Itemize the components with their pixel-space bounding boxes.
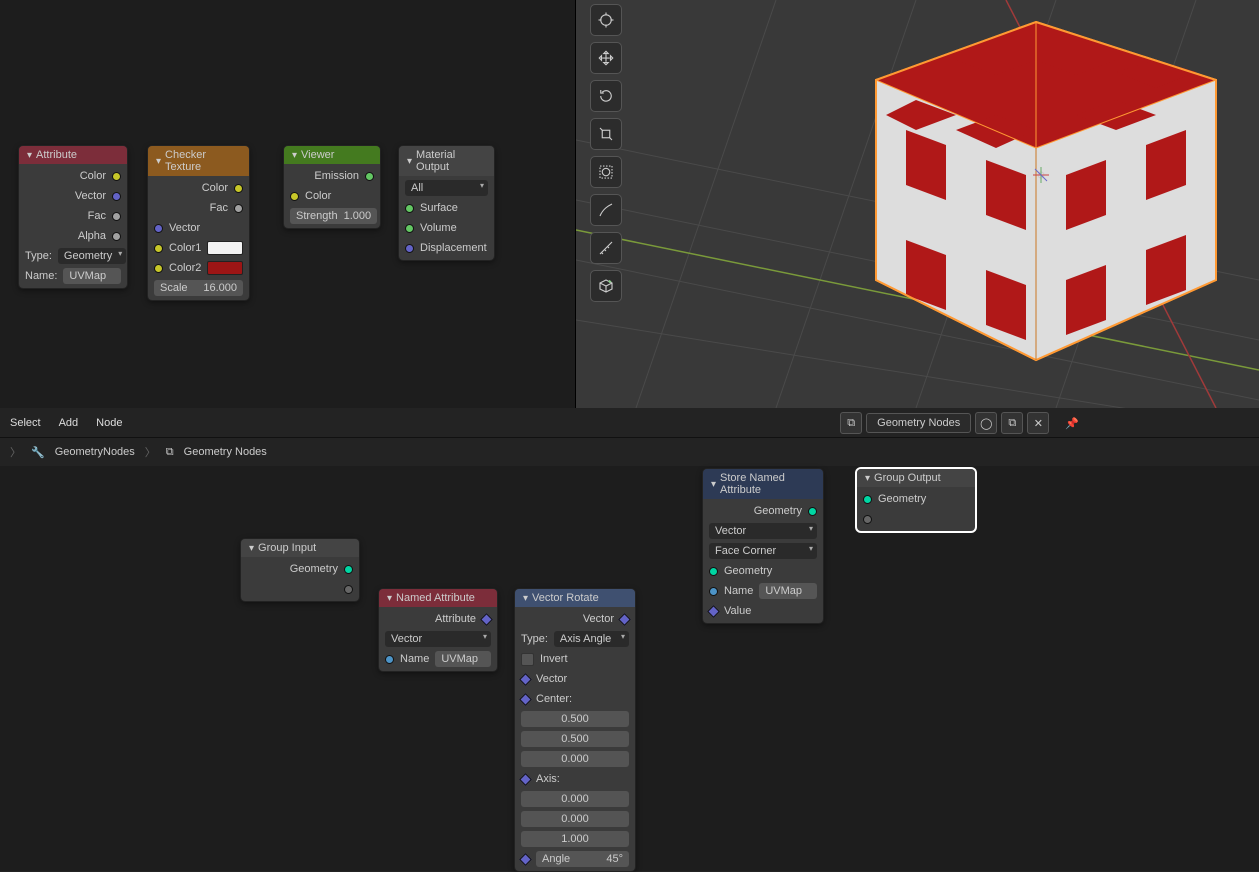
geometry-node-editor[interactable]: ▾Group Input Geometry ▾Named Attribute A… [0, 466, 1259, 871]
node-header[interactable]: ▾Viewer [284, 146, 380, 164]
node-checker-texture[interactable]: ▾Checker Texture Color Fac Vector Color1… [147, 145, 250, 301]
attribute-type-dropdown[interactable]: Geometry [58, 248, 126, 264]
node-title: Group Output [874, 472, 941, 484]
name-field[interactable]: UVMap [435, 651, 491, 667]
tool-move[interactable] [590, 42, 622, 74]
menu-select[interactable]: Select [10, 417, 41, 429]
node-attribute[interactable]: ▾Attribute Color Vector Fac Alpha Type:G… [18, 145, 128, 289]
node-group-input[interactable]: ▾Group Input Geometry [240, 538, 360, 602]
node-title: Vector Rotate [532, 592, 599, 604]
tool-scale[interactable] [590, 118, 622, 150]
center-x[interactable]: 0.500 [521, 711, 629, 727]
menu-node[interactable]: Node [96, 417, 122, 429]
node-group-output[interactable]: ▾Group Output Geometry [856, 468, 976, 532]
shield-icon[interactable]: ◯ [975, 412, 997, 434]
color1-swatch[interactable] [207, 241, 243, 255]
wrench-icon: 🔧 [31, 446, 45, 459]
viewport-grid [576, 0, 1259, 408]
node-header[interactable]: ▾Named Attribute [379, 589, 497, 607]
axis-z[interactable]: 1.000 [521, 831, 629, 847]
node-title: Group Input [258, 542, 316, 554]
tool-measure[interactable] [590, 232, 622, 264]
tool-add-cube[interactable] [590, 270, 622, 302]
node-tree-name[interactable]: Geometry Nodes [866, 413, 971, 433]
node-title: Store Named Attribute [720, 472, 815, 496]
center-z[interactable]: 0.000 [521, 751, 629, 767]
tool-cursor[interactable] [590, 4, 622, 36]
node-header[interactable]: ▾Store Named Attribute [703, 469, 823, 499]
node-header[interactable]: ▾Checker Texture [148, 146, 249, 176]
node-title: Viewer [301, 149, 334, 161]
breadcrumb-item[interactable]: Geometry Nodes [184, 446, 267, 458]
store-type-dropdown[interactable]: Vector [709, 523, 817, 539]
node-title: Checker Texture [165, 149, 241, 173]
tool-transform[interactable] [590, 156, 622, 188]
store-name-field[interactable]: UVMap [759, 583, 817, 599]
node-header[interactable]: ▾Material Output [399, 146, 494, 176]
angle-field[interactable]: Angle45° [536, 851, 629, 867]
chevron-right-icon: 〉 [145, 444, 156, 460]
rotate-type-dropdown[interactable]: Axis Angle [554, 631, 629, 647]
target-dropdown[interactable]: All [405, 180, 488, 196]
duplicate-icon[interactable]: ⧉ [1001, 412, 1023, 434]
viewport-3d[interactable] [576, 0, 1259, 408]
node-viewer[interactable]: ▾Viewer Emission Color Strength1.000 [283, 145, 381, 229]
node-title: Attribute [36, 149, 77, 161]
menu-add[interactable]: Add [59, 417, 79, 429]
scale-field[interactable]: Scale16.000 [154, 280, 243, 296]
node-material-output[interactable]: ▾Material Output All Surface Volume Disp… [398, 145, 495, 261]
strength-field[interactable]: Strength1.000 [290, 208, 377, 224]
geometry-nodes-panel: Select Add Node ⧉ Geometry Nodes ◯ ⧉ ✕ 📌… [0, 408, 1259, 871]
close-icon[interactable]: ✕ [1027, 412, 1049, 434]
color2-swatch[interactable] [207, 261, 243, 275]
node-title: Material Output [416, 149, 486, 173]
type-dropdown[interactable]: Vector [385, 631, 491, 647]
node-title: Named Attribute [396, 592, 475, 604]
axis-x[interactable]: 0.000 [521, 791, 629, 807]
center-y[interactable]: 0.500 [521, 731, 629, 747]
attribute-name-field[interactable]: UVMap [63, 268, 121, 284]
node-named-attribute[interactable]: ▾Named Attribute Attribute Vector NameUV… [378, 588, 498, 672]
node-header[interactable]: ▾Group Output [857, 469, 975, 487]
viewport-toolbar [590, 4, 622, 302]
node-header[interactable]: ▾Vector Rotate [515, 589, 635, 607]
invert-checkbox[interactable] [521, 653, 534, 666]
node-store-named-attribute[interactable]: ▾Store Named Attribute Geometry Vector F… [702, 468, 824, 624]
chevron-right-icon: 〉 [10, 444, 21, 460]
node-header[interactable]: ▾Group Input [241, 539, 359, 557]
geometry-header: Select Add Node ⧉ Geometry Nodes ◯ ⧉ ✕ 📌 [0, 408, 1259, 438]
shader-editor-panel: ▾Attribute Color Vector Fac Alpha Type:G… [0, 0, 576, 408]
node-header[interactable]: ▾Attribute [19, 146, 127, 164]
breadcrumb-item[interactable]: GeometryNodes [55, 446, 135, 458]
tool-rotate[interactable] [590, 80, 622, 112]
node-vector-rotate[interactable]: ▾Vector Rotate Vector Type:Axis Angle In… [514, 588, 636, 872]
shader-wires [0, 0, 300, 150]
breadcrumb: 〉 🔧 GeometryNodes 〉 ⧉ Geometry Nodes [0, 438, 1259, 466]
tool-annotate[interactable] [590, 194, 622, 226]
pin-icon[interactable]: 📌 [1065, 417, 1079, 430]
axis-y[interactable]: 0.000 [521, 811, 629, 827]
node-tree-icon: ⧉ [166, 446, 174, 459]
store-domain-dropdown[interactable]: Face Corner [709, 543, 817, 559]
node-tree-icon[interactable]: ⧉ [840, 412, 862, 434]
